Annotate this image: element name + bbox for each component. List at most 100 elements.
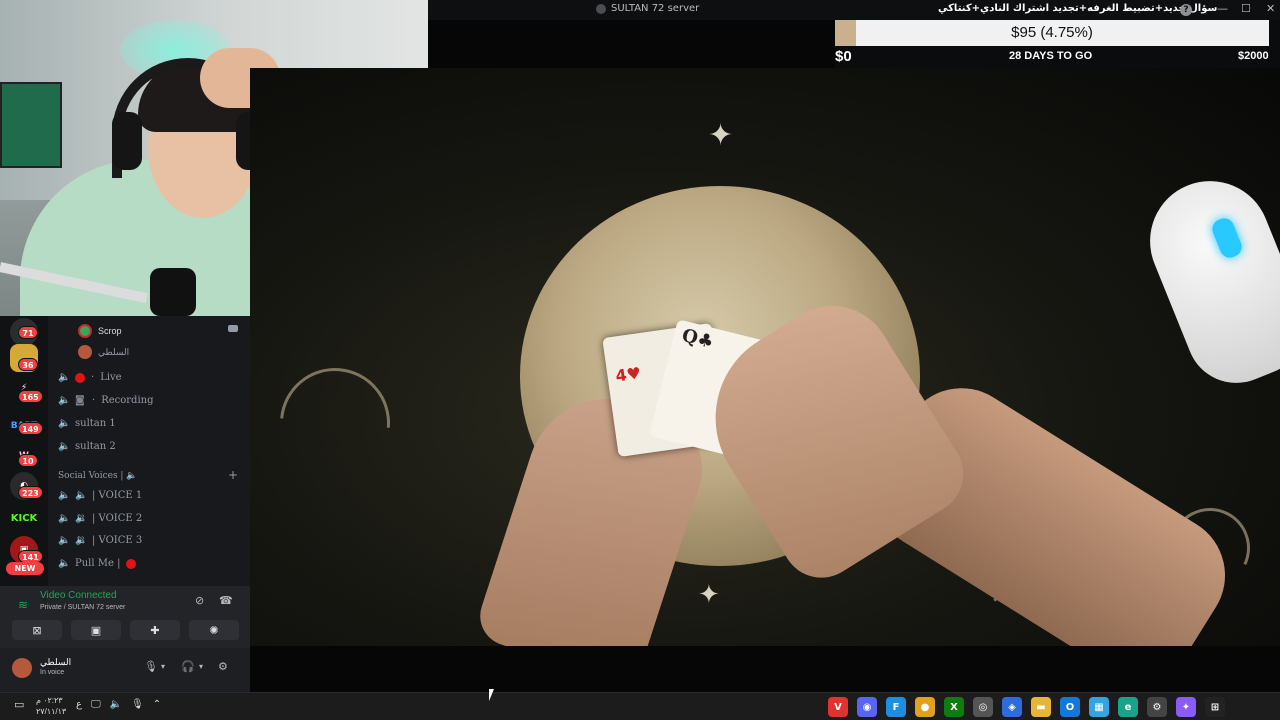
channel-name: Live: [100, 372, 122, 383]
folder-icon[interactable]: ▬: [1031, 697, 1051, 717]
recording-icon: ◙: [75, 395, 85, 406]
minimize-button[interactable]: —: [1217, 2, 1228, 15]
soundboard-button[interactable]: ✺: [189, 620, 239, 640]
xbox-icon[interactable]: X: [944, 697, 964, 717]
clock[interactable]: ٠٢:٢٣ م ٢٧/١١/١٣: [36, 695, 66, 717]
game-video: ✦ ✦ 4♥ Q♣: [250, 68, 1280, 646]
gaming-mouse: [1131, 162, 1280, 399]
new-badge: NEW: [6, 562, 44, 575]
channel-name: | VOICE 1: [92, 490, 143, 501]
channel-name: Recording: [101, 395, 154, 406]
microphone-icon[interactable]: 🎙: [144, 660, 158, 673]
app-logo-icon: [596, 3, 606, 14]
speaker-small-icon: 🔉: [75, 535, 88, 546]
microphone: [150, 268, 196, 316]
channel-live[interactable]: 🔈 · Live: [58, 372, 122, 383]
stream-title-overlay: سؤال جديد+تضبيط الغرفه+تجديد اشتراك النا…: [938, 3, 1218, 14]
voice-user-name: Scrop: [98, 326, 122, 336]
username: السلطي: [40, 657, 72, 667]
channel-name: | VOICE 3: [92, 535, 143, 546]
chevron-down-icon[interactable]: ▾: [199, 662, 203, 671]
voice-location[interactable]: Private / SULTAN 72 server: [40, 604, 125, 611]
obs-icon[interactable]: ◎: [973, 697, 993, 717]
taskbar-apps: V ◉ F ● X ◎ ◈ ▬ O ▦ e ⚙ ✦ ⊞: [828, 697, 1225, 717]
speaker-icon: 🔈: [58, 513, 71, 524]
voice-user-scrop[interactable]: Scrop: [78, 324, 122, 338]
volume-icon[interactable]: 🔈: [110, 699, 122, 710]
speaker-small-icon: 🔈: [75, 490, 88, 501]
channel-name: | VOICE 2: [92, 513, 143, 524]
clock-time: ٠٢:٢٣ م: [36, 696, 63, 705]
files-icon[interactable]: F: [886, 697, 906, 717]
channel-recording[interactable]: 🔈 ◙ · Recording: [58, 395, 153, 406]
channel-bullet: ·: [91, 372, 95, 383]
gear-icon[interactable]: ⚙: [218, 660, 228, 673]
camera-off-button[interactable]: ⊠: [12, 620, 62, 640]
channel-voice-3[interactable]: 🔈 🔉 | VOICE 3: [58, 535, 142, 546]
channel-list: Scrop السلطي 🔈 · Live 🔈 ◙ · Recording 🔈 …: [48, 316, 250, 586]
maximize-button[interactable]: ☐: [1241, 2, 1251, 15]
speaker-icon: 🔈: [58, 441, 71, 452]
live-dot-icon: [75, 372, 85, 383]
voice-user-name: السلطي: [98, 346, 130, 357]
app-blue-icon[interactable]: ◈: [1002, 697, 1022, 717]
store-icon[interactable]: ▦: [1089, 697, 1109, 717]
settings-icon[interactable]: ⚙: [1147, 697, 1167, 717]
speaker-icon: 🔈: [58, 490, 71, 501]
voice-user-sultan[interactable]: السلطي: [78, 345, 129, 359]
chevron-down-icon[interactable]: ▾: [161, 662, 165, 671]
discord-icon[interactable]: ◉: [857, 697, 877, 717]
webcam-tv: [0, 82, 62, 168]
unread-badge: 10: [18, 454, 38, 467]
channel-sultan-1[interactable]: 🔈 sultan 1: [58, 418, 116, 429]
speaker-icon: 🔈: [58, 372, 71, 383]
star-decoration: ✦: [708, 118, 734, 153]
network-icon[interactable]: 🖵: [91, 699, 101, 710]
help-icon[interactable]: ?: [1180, 4, 1192, 16]
channel-voice-2[interactable]: 🔈 🔉 | VOICE 2: [58, 513, 142, 524]
channel-name: sultan 1: [75, 418, 116, 429]
goal-start-amount: $0: [835, 48, 852, 65]
category-social-voices[interactable]: Social Voices | 🔈: [58, 471, 138, 481]
signal-icon: ≋: [18, 598, 29, 612]
speaker-icon: 🔈: [58, 558, 71, 569]
channel-sultan-2[interactable]: 🔈 sultan 2: [58, 441, 116, 452]
speaker-icon: 🔈: [58, 418, 71, 429]
language-indicator[interactable]: ع: [76, 699, 82, 710]
star-decoration: ✦: [698, 580, 720, 610]
video-letterbox-top: [428, 20, 835, 68]
avatar: [78, 345, 92, 359]
mic-tray-icon[interactable]: 🎙: [131, 699, 144, 710]
headphones-icon[interactable]: 🎧: [181, 660, 195, 673]
chevron-up-icon[interactable]: ⌃: [153, 699, 161, 710]
headset-ear-left: [112, 112, 142, 170]
chrome-icon[interactable]: ●: [915, 697, 935, 717]
screen-share-button[interactable]: ▣: [71, 620, 121, 640]
noise-suppression-icon[interactable]: ⊘: [195, 594, 204, 607]
card-queen-clubs: Q♣: [679, 325, 716, 354]
card-four-hearts: 4♥: [614, 363, 643, 386]
notification-icon[interactable]: ▭: [14, 698, 24, 711]
unread-badge: 165: [18, 390, 43, 403]
add-channel-icon[interactable]: +: [228, 468, 238, 482]
kick-server-icon[interactable]: KICK: [8, 504, 40, 532]
voice-actions: ⊠ ▣ ✚ ✺: [12, 620, 239, 640]
close-button[interactable]: ✕: [1266, 2, 1275, 15]
windows-icon[interactable]: ⊞: [1205, 697, 1225, 717]
vivaldi-icon[interactable]: V: [828, 697, 848, 717]
speaker-small-icon: 🔉: [75, 513, 88, 524]
disconnect-icon[interactable]: ☎: [219, 594, 233, 607]
outlook-icon[interactable]: O: [1060, 697, 1080, 717]
copilot-icon[interactable]: ✦: [1176, 697, 1196, 717]
avatar[interactable]: [12, 658, 32, 678]
voice-status[interactable]: Video Connected: [40, 590, 117, 601]
window-title-text: SULTAN 72 server: [611, 3, 700, 14]
channel-pull-me[interactable]: 🔈 Pull Me |: [58, 558, 137, 569]
edge-icon[interactable]: e: [1118, 697, 1138, 717]
speaker-icon: 🔈: [58, 395, 71, 406]
channel-voice-1[interactable]: 🔈 🔈 | VOICE 1: [58, 490, 142, 501]
red-dot-icon: [126, 558, 137, 569]
mouse-cursor: [489, 689, 499, 701]
avatar: [78, 324, 92, 338]
activities-button[interactable]: ✚: [130, 620, 180, 640]
